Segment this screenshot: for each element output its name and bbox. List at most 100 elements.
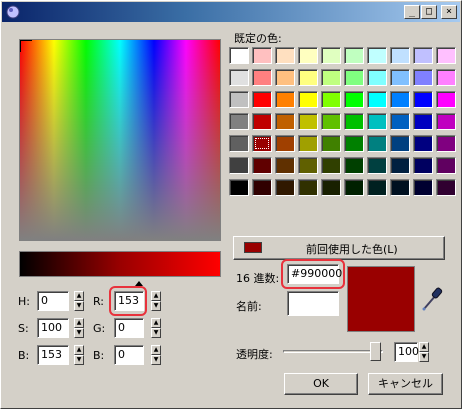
color-swatch[interactable] [413,179,433,196]
color-swatch[interactable] [252,135,272,152]
hue-spinner[interactable]: ▲ ▼ [74,291,84,311]
color-swatch[interactable] [390,47,410,64]
color-swatch[interactable] [367,157,387,174]
color-swatch[interactable] [321,179,341,196]
color-swatch[interactable] [298,69,318,86]
color-swatch[interactable] [344,113,364,130]
color-swatch[interactable] [252,179,272,196]
color-swatch[interactable] [390,135,410,152]
luminance-bar[interactable] [19,251,221,277]
color-swatch[interactable] [275,113,295,130]
color-swatch[interactable] [367,69,387,86]
color-swatch[interactable] [298,113,318,130]
color-swatch[interactable] [229,157,249,174]
ok-button[interactable]: OK [284,373,358,395]
color-swatch[interactable] [344,69,364,86]
color-swatch[interactable] [413,69,433,86]
color-swatch[interactable] [275,91,295,108]
name-field[interactable] [287,291,339,316]
color-swatch[interactable] [436,135,456,152]
color-swatch[interactable] [229,69,249,86]
eyedropper-icon[interactable] [421,286,443,312]
green-spinner[interactable]: ▲ ▼ [151,318,161,338]
color-swatch[interactable] [436,69,456,86]
hue-field[interactable]: 0 [37,291,69,311]
color-swatch[interactable] [321,157,341,174]
color-swatch[interactable] [252,113,272,130]
color-swatch[interactable] [321,69,341,86]
brightness-spinner[interactable]: ▲ ▼ [74,345,84,365]
color-swatch[interactable] [298,47,318,64]
color-swatch[interactable] [413,113,433,130]
color-swatch[interactable] [413,47,433,64]
color-swatch[interactable] [229,91,249,108]
previous-color-label: 前回使用した色(L) [306,243,398,256]
color-swatch[interactable] [229,47,249,64]
previous-color-button[interactable]: 前回使用した色(L) [233,236,445,260]
green-field[interactable]: 0 [114,318,144,338]
color-swatch[interactable] [390,69,410,86]
color-swatch[interactable] [229,179,249,196]
color-swatch[interactable] [298,179,318,196]
opacity-label: 透明度: [236,348,273,361]
color-swatch[interactable] [252,91,272,108]
color-swatch[interactable] [367,47,387,64]
color-swatch[interactable] [390,179,410,196]
color-swatch[interactable] [390,113,410,130]
color-swatch[interactable] [252,47,272,64]
saturation-field[interactable]: 100 [37,318,69,338]
color-swatch[interactable] [298,91,318,108]
color-swatch[interactable] [367,91,387,108]
opacity-field[interactable]: 100 [394,342,419,362]
color-swatch[interactable] [229,113,249,130]
color-swatch[interactable] [413,135,433,152]
color-swatch[interactable] [436,179,456,196]
color-swatch[interactable] [413,157,433,174]
color-swatch[interactable] [436,113,456,130]
blue-spinner[interactable]: ▲ ▼ [151,345,161,365]
color-swatch[interactable] [344,135,364,152]
minimize-button[interactable]: _ [404,5,420,19]
brightness-field[interactable]: 153 [37,345,69,365]
color-swatch[interactable] [436,157,456,174]
color-swatch[interactable] [298,157,318,174]
close-button[interactable]: × [441,5,457,19]
saturation-spinner[interactable]: ▲ ▼ [74,318,84,338]
color-swatch[interactable] [367,135,387,152]
title-bar: _ □ × [2,2,460,22]
color-swatch[interactable] [344,91,364,108]
opacity-slider-thumb[interactable] [370,342,381,361]
color-swatch[interactable] [275,179,295,196]
opacity-slider-track[interactable] [283,350,383,353]
color-swatch[interactable] [390,91,410,108]
color-swatch[interactable] [252,157,272,174]
color-swatch[interactable] [252,69,272,86]
color-swatch[interactable] [436,47,456,64]
color-swatch[interactable] [413,91,433,108]
cancel-button[interactable]: キャンセル [368,373,443,395]
color-swatch[interactable] [390,157,410,174]
color-swatch[interactable] [367,113,387,130]
color-spectrum[interactable] [19,39,221,241]
color-swatch[interactable] [367,179,387,196]
blue-field[interactable]: 0 [114,345,144,365]
color-swatch[interactable] [344,157,364,174]
color-swatch[interactable] [321,113,341,130]
red-spinner[interactable]: ▲ ▼ [151,291,161,311]
opacity-spinner[interactable]: ▲ ▼ [419,342,429,362]
color-swatch[interactable] [298,135,318,152]
color-preview [347,266,415,332]
hex-label: 16 進数: [236,272,280,285]
color-swatch[interactable] [275,135,295,152]
color-swatch[interactable] [275,69,295,86]
color-swatch[interactable] [344,179,364,196]
color-swatch[interactable] [275,47,295,64]
color-swatch[interactable] [275,157,295,174]
color-swatch[interactable] [321,47,341,64]
color-swatch[interactable] [321,135,341,152]
color-swatch[interactable] [344,47,364,64]
color-swatch[interactable] [229,135,249,152]
maximize-button[interactable]: □ [421,5,437,19]
color-swatch[interactable] [436,91,456,108]
color-swatch[interactable] [321,91,341,108]
